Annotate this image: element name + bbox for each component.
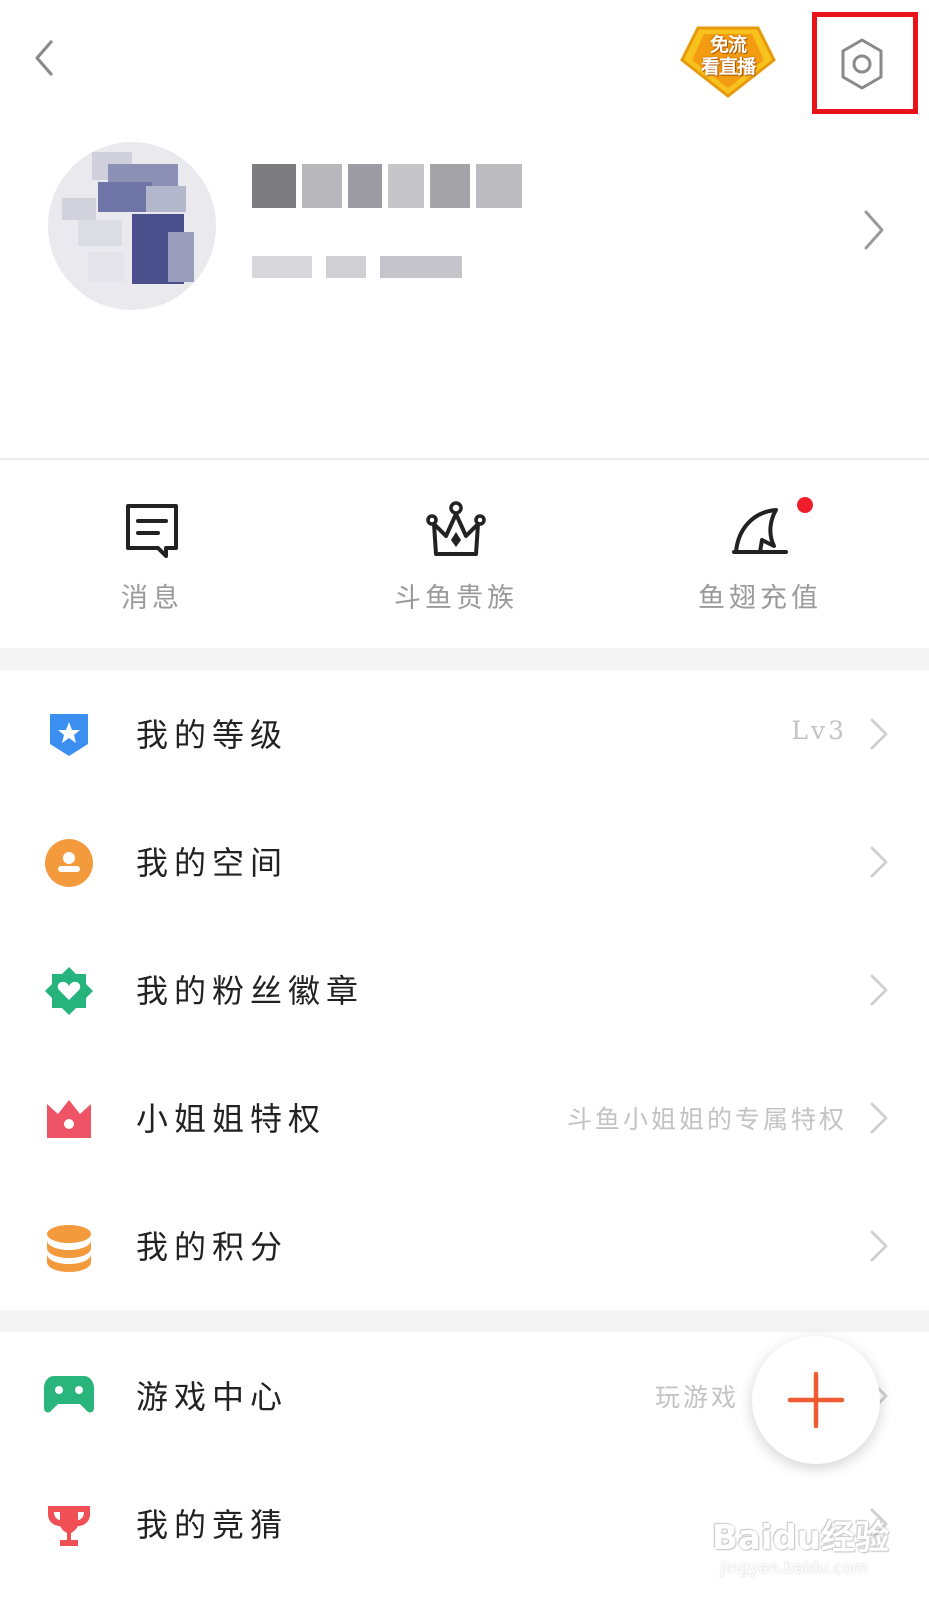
message-icon xyxy=(126,504,178,558)
settings-button[interactable] xyxy=(832,34,892,94)
menu-item-level[interactable]: 我的等级 Lv3 xyxy=(0,670,929,798)
fan-badge-icon xyxy=(45,967,93,1015)
coins-icon xyxy=(47,1225,91,1272)
menu-item-title: 我的等级 xyxy=(136,716,289,754)
menu-item-lady-privilege[interactable]: 小姐姐特权 斗鱼小姐姐的专属特权 xyxy=(0,1054,929,1182)
quick-action-label: 鱼翅充值 xyxy=(698,583,822,614)
watermark-logo: Baidu经验 xyxy=(712,1518,890,1558)
profile-detail-arrow[interactable] xyxy=(858,206,888,254)
menu-item-title: 我的竞猜 xyxy=(136,1506,289,1544)
chevron-right-icon xyxy=(870,1102,888,1134)
chevron-right-icon xyxy=(870,974,888,1006)
username-text xyxy=(0,0,1,1)
chevron-right-icon xyxy=(864,210,884,250)
menu-item-title: 小姐姐特权 xyxy=(136,1100,327,1138)
menu-item-hint: 斗鱼小姐姐的专属特权 xyxy=(566,1105,847,1134)
menu-item-fan-badge[interactable]: 我的粉丝徽章 xyxy=(0,926,929,1054)
watermark-url: jingyan.baidu.com xyxy=(720,1558,868,1577)
menu-item-points[interactable]: 我的积分 xyxy=(0,1182,929,1310)
profile-page: 免流 看直播 消息 斗鱼贵族 鱼翅充值 我的等级 Lv3 我的空间 我的粉丝徽章… xyxy=(0,0,929,1600)
menu-item-space[interactable]: 我的空间 xyxy=(0,798,929,926)
promo-badge-text: 免流 看直播 xyxy=(700,34,756,78)
menu-item-hint: 玩游戏 xyxy=(654,1383,739,1412)
quick-action-messages[interactable]: 消息 xyxy=(52,462,252,648)
free-data-live-badge[interactable]: 免流 看直播 xyxy=(680,22,776,98)
menu-item-hint: Lv3 xyxy=(791,716,847,745)
profile-divider xyxy=(0,458,929,460)
person-circle-icon xyxy=(45,839,93,887)
quick-action-label: 消息 xyxy=(121,583,183,614)
user-subtitle-text xyxy=(0,0,1,1)
menu-item-title: 游戏中心 xyxy=(136,1378,289,1416)
section-gap xyxy=(0,1310,929,1332)
chevron-right-icon xyxy=(870,846,888,878)
section-gap xyxy=(0,648,929,670)
quick-action-nobility[interactable]: 斗鱼贵族 xyxy=(356,462,556,648)
baidu-jingyan-watermark: Baidu经验 jingyan.baidu.com xyxy=(712,1500,922,1590)
chevron-right-icon xyxy=(870,718,888,750)
menu-item-title: 我的空间 xyxy=(136,844,289,882)
chevron-right-icon xyxy=(870,1230,888,1262)
quick-action-recharge[interactable]: 鱼翅充值 xyxy=(660,462,860,648)
username-pixelated[interactable] xyxy=(252,158,542,214)
quick-actions-row: 消息 斗鱼贵族 鱼翅充值 xyxy=(0,462,929,648)
trophy-icon xyxy=(48,1506,90,1546)
plus-icon xyxy=(787,1371,845,1429)
avatar[interactable] xyxy=(48,142,216,310)
gamepad-icon xyxy=(44,1376,94,1413)
notification-dot xyxy=(797,497,813,513)
quick-action-label: 斗鱼贵族 xyxy=(394,583,518,614)
crown-pink-icon xyxy=(47,1100,91,1138)
gear-icon xyxy=(841,38,883,90)
floating-add-button[interactable] xyxy=(752,1336,880,1464)
user-subtitle-pixelated xyxy=(252,250,512,284)
fin-icon xyxy=(732,508,788,554)
chevron-left-icon xyxy=(35,40,53,76)
menu-item-title: 我的粉丝徽章 xyxy=(136,972,365,1010)
menu-item-title: 我的积分 xyxy=(136,1228,289,1266)
back-button[interactable] xyxy=(22,30,66,86)
level-badge-icon xyxy=(50,714,88,756)
crown-icon xyxy=(426,501,486,556)
